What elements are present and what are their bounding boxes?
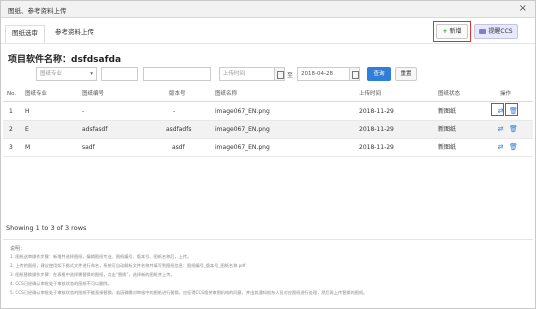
row-major: H (25, 108, 30, 115)
remind-ccs-button[interactable]: 提醒CCS (474, 24, 518, 39)
row-upload-time: 2018-11-29 (359, 108, 394, 115)
row-no: 2 (9, 126, 13, 133)
row-major: E (25, 126, 29, 133)
highlight-box (505, 103, 518, 116)
column-header-no: No. (7, 91, 17, 97)
row-file-name: image067_EN.png (215, 144, 270, 151)
row-version: - (173, 108, 176, 115)
close-icon[interactable]: × (519, 3, 527, 15)
note-item: 1. 图纸送审操作步骤：新增并选择图纸，编辑图纸专业、图纸编号、版本号、图纸名称… (10, 254, 192, 259)
start-time-input[interactable]: 上传时间 (219, 67, 275, 81)
row-file-name: image067_EN.png (215, 108, 270, 115)
table-row[interactable]: 1 H - - image067_EN.png 2018-11-29 新图纸 ⇄… (3, 103, 533, 121)
dialog-title: 图纸、参考资料上传 (8, 7, 67, 15)
name-filter-input[interactable] (143, 67, 211, 81)
trash-icon[interactable]: 🗑 (509, 143, 518, 151)
end-date-input[interactable]: 2018-04-28 (297, 67, 350, 81)
row-version: asdfadfs (166, 126, 192, 133)
chevron-down-icon: ▾ (90, 71, 93, 77)
number-filter-input[interactable] (101, 67, 138, 81)
row-major: M (25, 144, 31, 151)
replace-icon[interactable]: ⇄ (497, 125, 504, 133)
notes-panel: 说明： 1. 图纸送审操作步骤：新增并选择图纸，编辑图纸专业、图纸编号、版本号、… (3, 239, 533, 303)
pagination-info: Showing 1 to 3 of 3 rows (6, 224, 87, 232)
column-header-major: 图纸专业 (25, 91, 48, 97)
row-status: 新图纸 (438, 108, 457, 115)
table-row[interactable]: 2 E adsfasdf asdfadfs image067_EN.png 20… (3, 121, 533, 139)
remind-ccs-label: 提醒CCS (488, 28, 513, 35)
note-item: 2. 上传的图纸，建议使用如下格式文件进行命名，系统可自动解析文件名称并填写到图… (10, 263, 246, 268)
notes-title: 说明： (10, 246, 26, 252)
major-select[interactable]: 图纸专业 ▾ (36, 67, 97, 81)
reset-button[interactable]: 重置 (395, 67, 417, 81)
row-version: asdf (172, 144, 185, 151)
title-bar: 图纸、参考资料上传 × (1, 1, 535, 18)
calendar-icon[interactable] (350, 67, 360, 81)
row-upload-time: 2018-11-29 (359, 144, 394, 151)
note-item: 5. CCS已经确认审批处于审核状态的图纸不能直接替换，若因确需对审核中的图纸进… (10, 290, 368, 295)
table-header: No. 图纸专业 图纸编号 版本号 图纸名称 上传时间 图纸状态 操作 (3, 87, 533, 102)
notify-icon (479, 28, 487, 34)
replace-icon[interactable]: ⇄ (497, 143, 504, 151)
row-number: sadf (82, 144, 95, 151)
tab-reference-upload[interactable]: 参考资料上传 (49, 25, 100, 43)
table-row[interactable]: 3 M sadf asdf image067_EN.png 2018-11-29… (3, 139, 533, 157)
date-range-separator: 至 (287, 72, 294, 79)
row-no: 3 (9, 144, 13, 151)
row-status: 新图纸 (438, 126, 457, 133)
highlight-box (433, 21, 471, 42)
project-title: 项目软件名称：dsfdsafda (8, 55, 122, 65)
highlight-box (491, 103, 504, 116)
row-status: 新图纸 (438, 144, 457, 151)
row-upload-time: 2018-11-29 (359, 126, 394, 133)
column-header-version: 版本号 (169, 91, 186, 97)
column-header-number: 图纸编号 (82, 91, 105, 97)
note-item: 3. 图纸替换操作步骤：在表格中选择需替换的图纸，点击“替换”，选择新的图纸并上… (10, 272, 175, 277)
tab-drawing-review[interactable]: 图纸选审 (5, 25, 45, 43)
row-no: 1 (9, 108, 13, 115)
row-number: adsfasdf (82, 126, 108, 133)
query-button[interactable]: 查询 (367, 67, 391, 81)
column-header-status: 图纸状态 (438, 91, 461, 97)
dialog-window: 图纸、参考资料上传 × 图纸选审 参考资料上传 + 新增 提醒CCS 项目软件名称… (0, 0, 536, 309)
row-file-name: image067_EN.png (215, 126, 270, 133)
column-header-actions: 操作 (500, 91, 512, 97)
major-select-placeholder: 图纸专业 (40, 71, 63, 77)
column-header-time: 上传时间 (359, 91, 382, 97)
trash-icon[interactable]: 🗑 (509, 125, 518, 133)
row-number: - (82, 108, 85, 115)
column-header-name: 图纸名称 (215, 91, 238, 97)
calendar-icon[interactable] (275, 67, 285, 81)
note-item: 4. CCS已经确认审批处于审核状态的图纸不可以删除。 (10, 281, 112, 286)
